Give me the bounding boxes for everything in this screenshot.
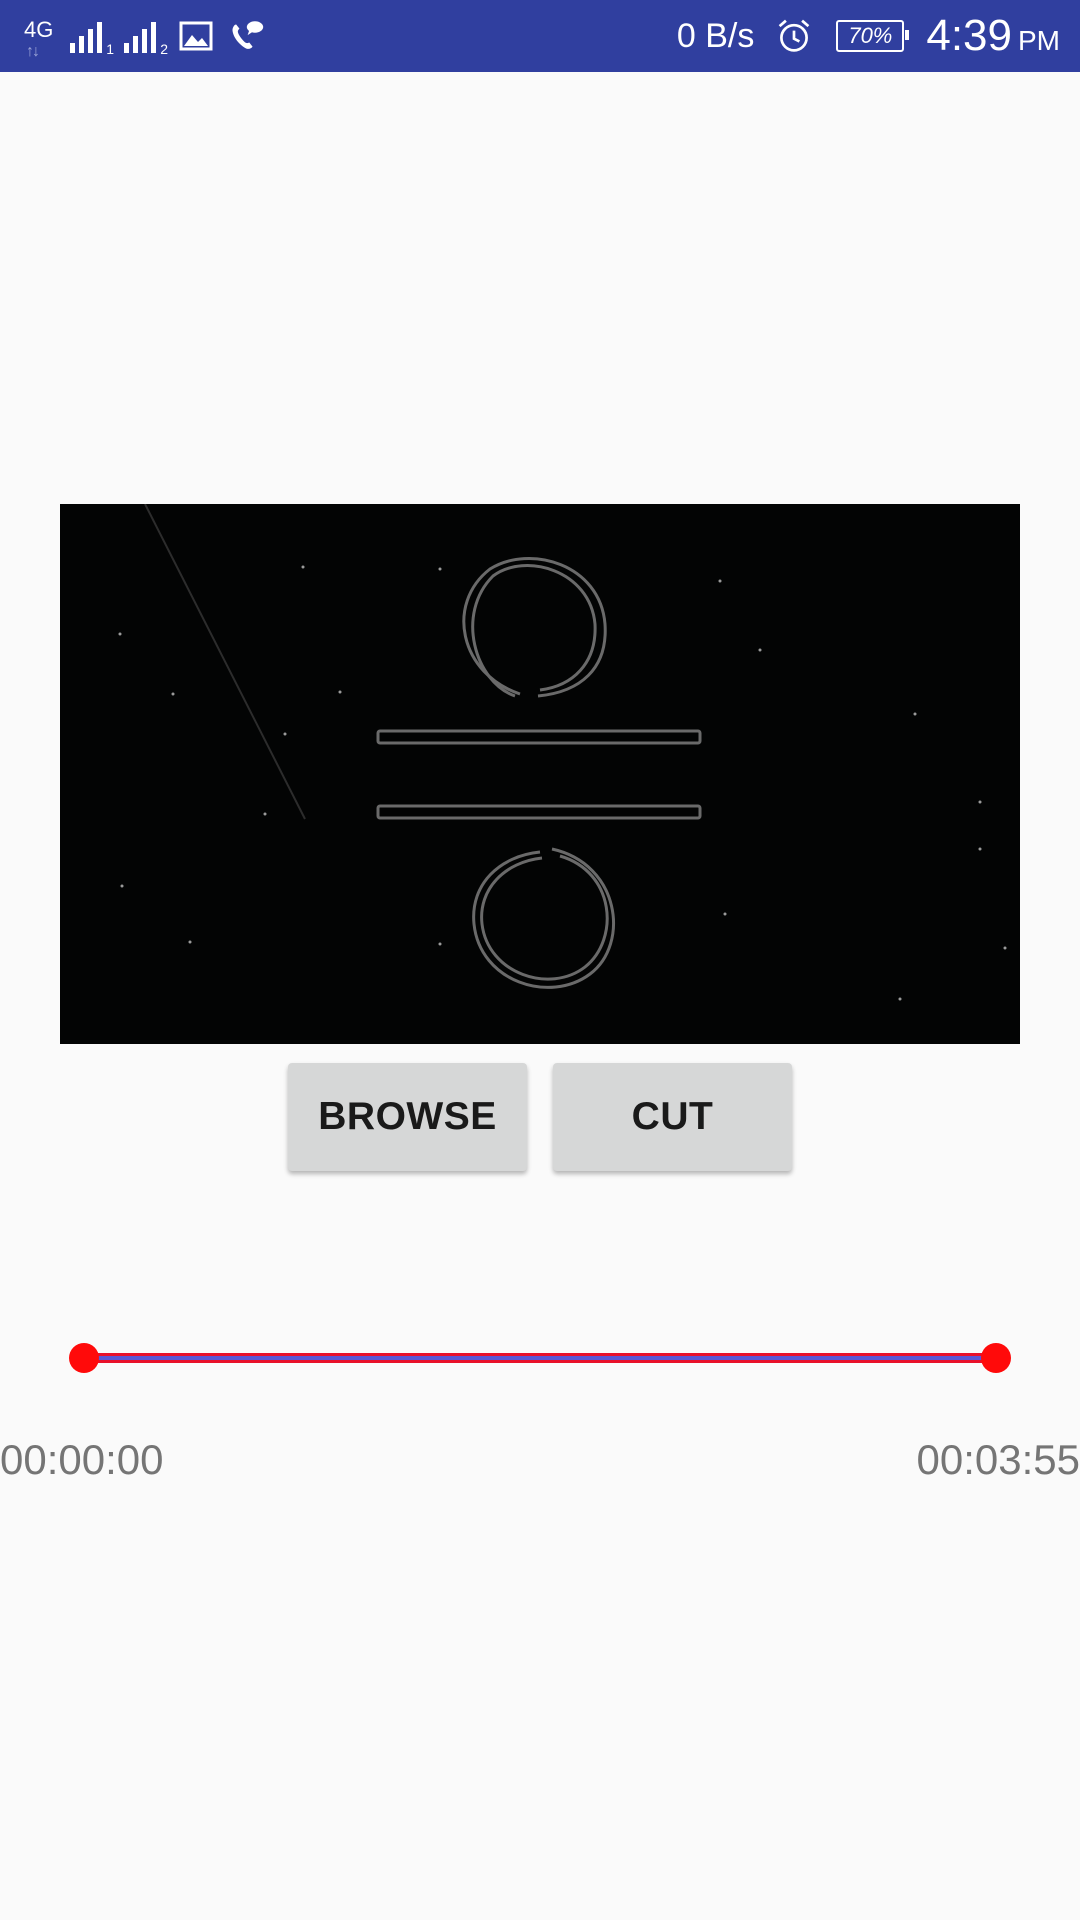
video-preview[interactable]: [60, 504, 1020, 1044]
status-bar-right: 0 B/s 70% 4:39 PM: [677, 0, 1060, 72]
start-time-label: 00:00:00: [0, 1436, 164, 1483]
network-speed: 0 B/s: [676, 16, 755, 55]
data-activity-icon: ↑↓: [26, 43, 40, 60]
status-bar-left: 4G ↑↓ 1 2: [22, 0, 264, 72]
signal-sim1-icon: 1: [70, 19, 114, 57]
wifi-calling-icon: [228, 18, 264, 54]
battery-level: 70%: [848, 23, 893, 48]
clock-ampm: PM: [1018, 25, 1060, 56]
network-type-indicator: 4G ↑↓: [22, 11, 56, 61]
image-notification-icon: [178, 18, 214, 54]
clock-time: 4:39: [926, 11, 1012, 60]
sim1-label: 1: [106, 41, 114, 57]
network-type-label: 4G: [24, 17, 54, 42]
alarm-icon: [776, 18, 812, 54]
range-selected-segment: [82, 1356, 998, 1360]
end-time-label: 00:03:55: [916, 1436, 1080, 1483]
status-bar: 4G ↑↓ 1 2 0 B/s 70% 4:39 PM: [0, 0, 1080, 72]
clock: 4:39 PM: [926, 11, 1060, 61]
cut-button[interactable]: CUT: [553, 1063, 792, 1171]
trim-range-slider[interactable]: [68, 1340, 1012, 1376]
signal-sim2-icon: 2: [124, 19, 168, 57]
range-end-thumb[interactable]: [981, 1343, 1011, 1373]
video-frame-image: [60, 504, 1020, 1044]
browse-button[interactable]: BROWSE: [288, 1063, 527, 1171]
sim2-label: 2: [160, 41, 168, 57]
battery-icon: 70%: [836, 20, 910, 52]
range-start-thumb[interactable]: [69, 1343, 99, 1373]
